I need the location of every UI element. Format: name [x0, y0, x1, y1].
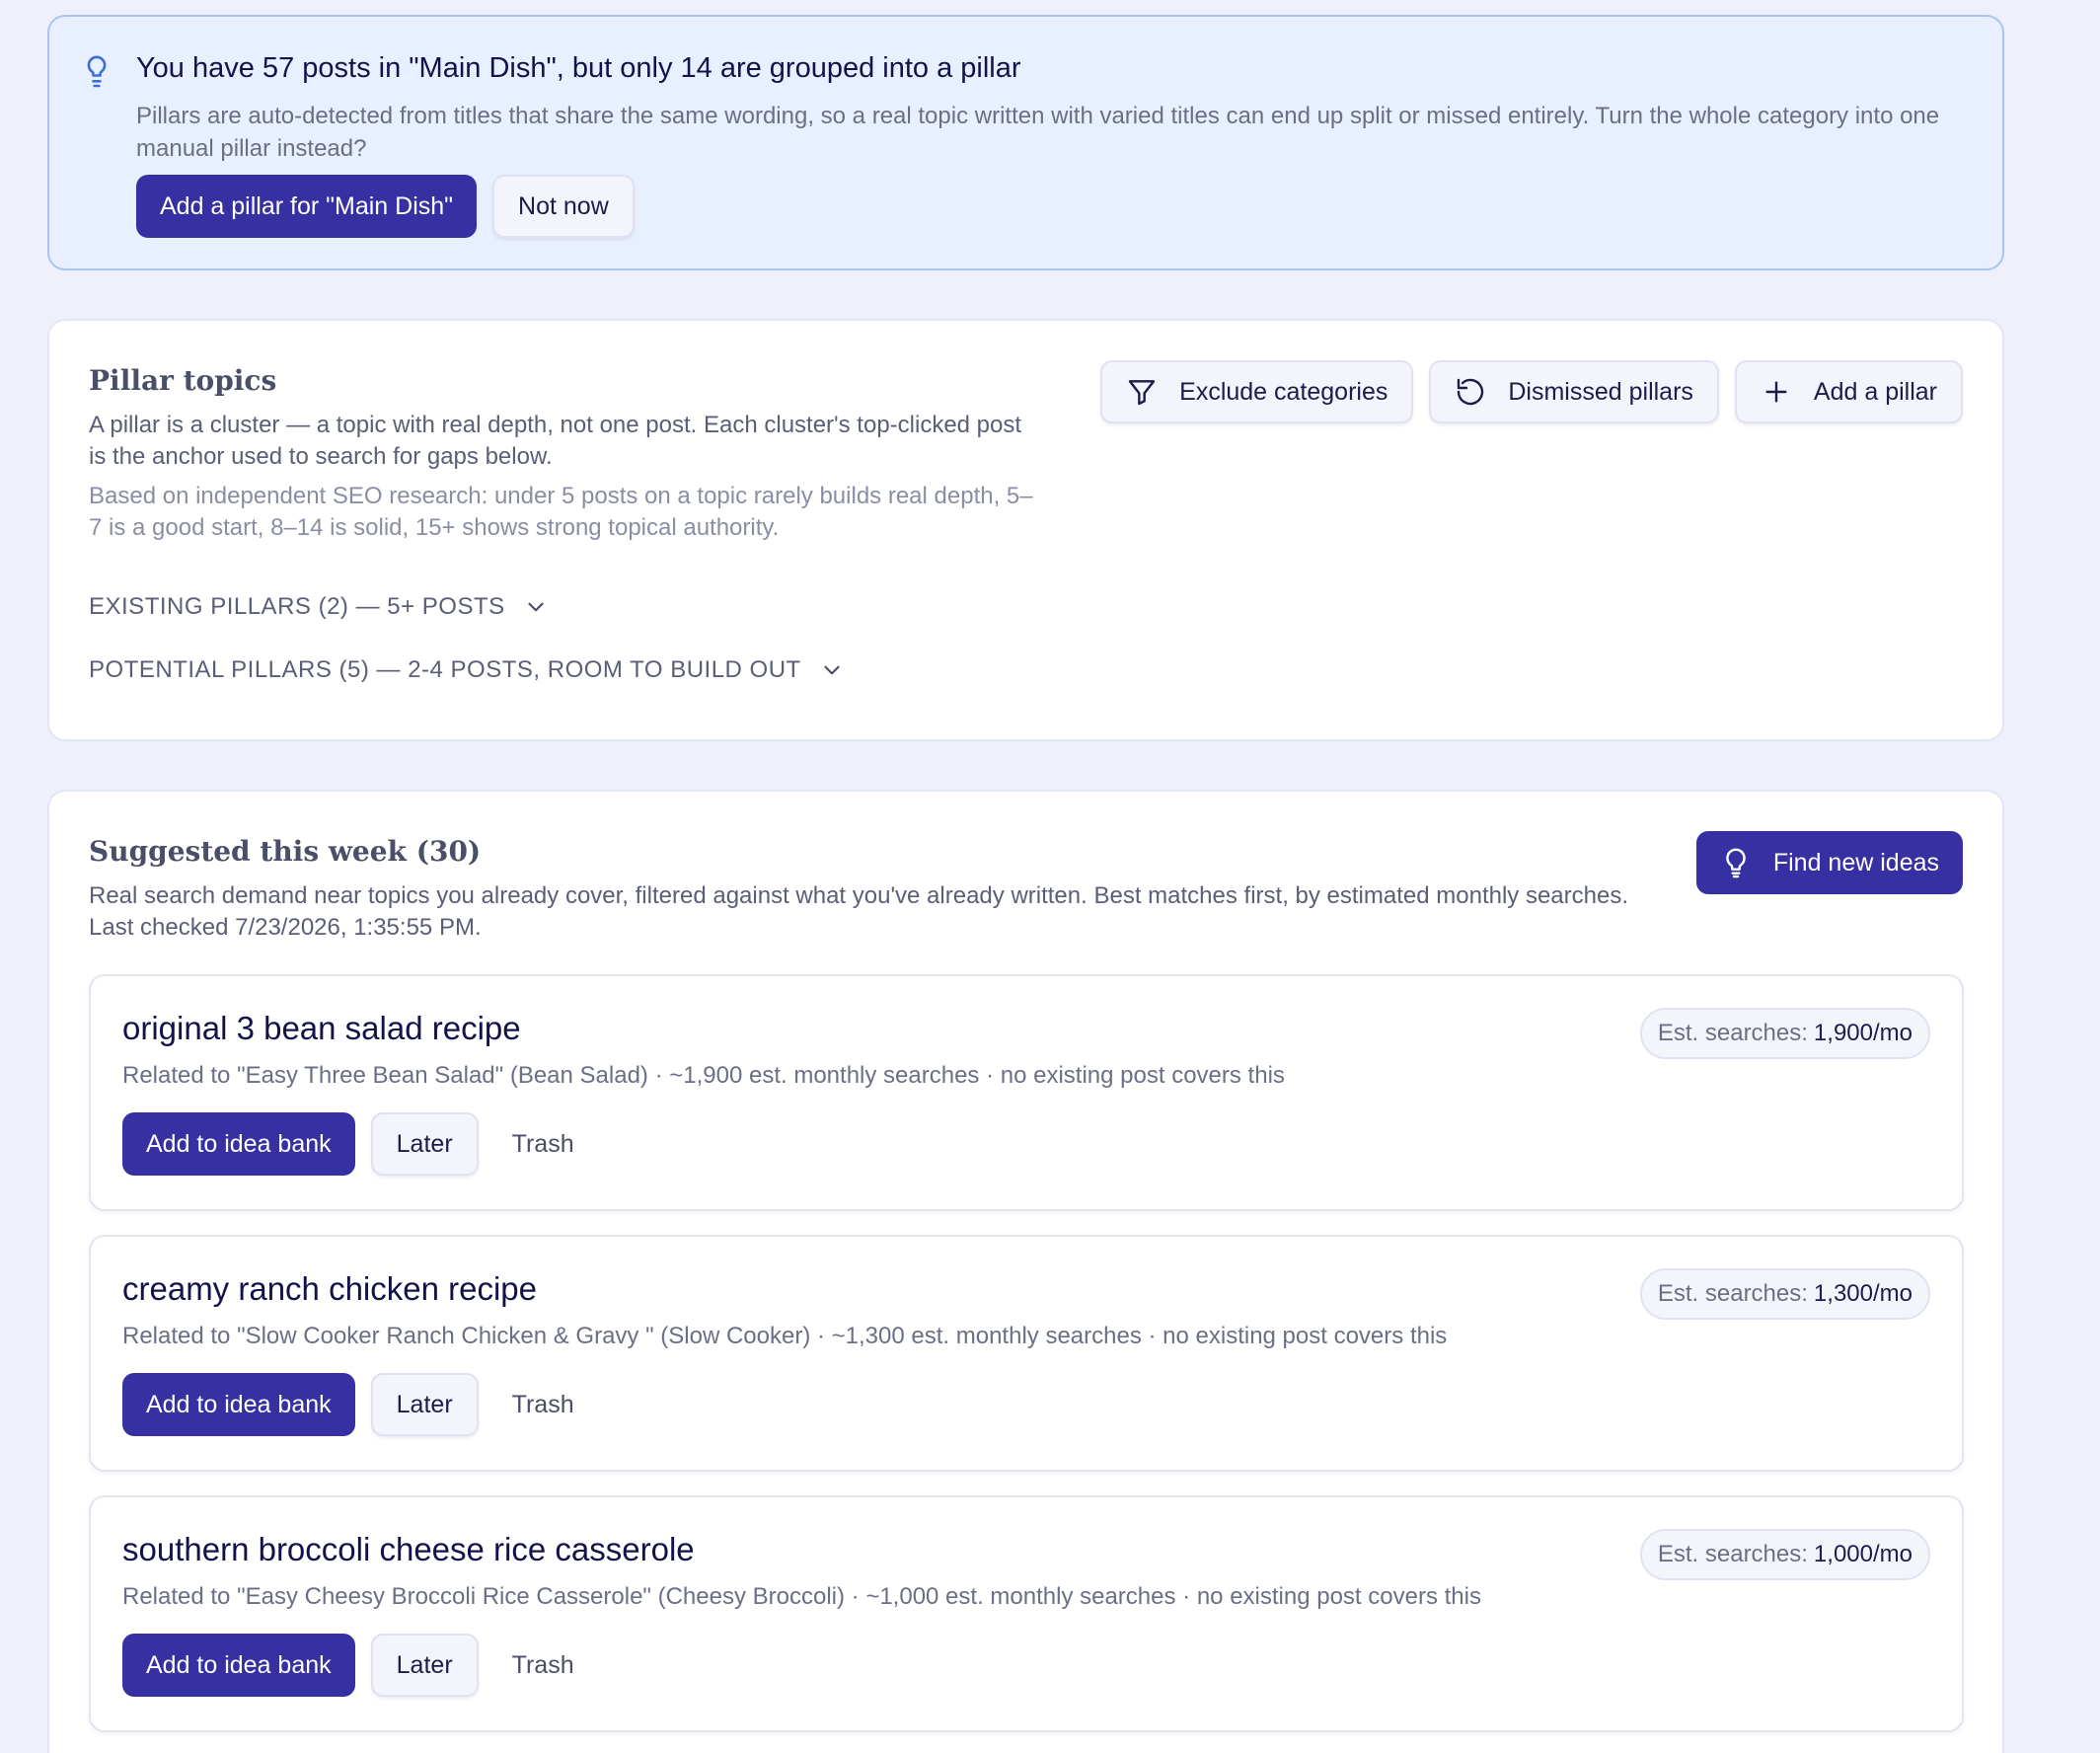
est-searches-label: Est. searches:	[1657, 1020, 1808, 1046]
add-to-idea-bank-button[interactable]: Add to idea bank	[122, 1634, 355, 1697]
idea-item: southern broccoli cheese rice casserole …	[89, 1495, 1964, 1732]
exclude-categories-label: Exclude categories	[1179, 377, 1388, 406]
add-main-dish-pillar-button[interactable]: Add a pillar for "Main Dish"	[136, 175, 478, 238]
pillar-topics-card: Pillar topics A pillar is a cluster — a …	[47, 319, 2004, 741]
undo-icon	[1458, 378, 1484, 406]
chevron-down-icon	[528, 602, 544, 612]
exclude-categories-button[interactable]: Exclude categories	[1100, 360, 1414, 423]
idea-related: Related to "Slow Cooker Ranch Chicken & …	[122, 1323, 1448, 1349]
page: You have 57 posts in "Main Dish", but on…	[0, 0, 2100, 1753]
idea-item: original 3 bean salad recipe Related to …	[89, 974, 1964, 1211]
existing-pillars-label: EXISTING PILLARS (2) — 5+ POSTS	[89, 593, 505, 620]
est-searches-value: 1,000/mo	[1813, 1541, 1912, 1567]
plus-icon	[1765, 381, 1787, 403]
pillar-suggestion-notice: You have 57 posts in "Main Dish", but on…	[47, 15, 2004, 270]
potential-pillars-toggle[interactable]: POTENTIAL PILLARS (5) — 2-4 POSTS, ROOM …	[89, 656, 845, 684]
later-button[interactable]: Later	[370, 1634, 479, 1697]
filter-icon	[1128, 380, 1156, 406]
not-now-button[interactable]: Not now	[492, 175, 635, 238]
idea-title: southern broccoli cheese rice casserole	[122, 1531, 695, 1567]
est-searches-badge: Est. searches: 1,900/mo	[1639, 1008, 1930, 1059]
find-new-ideas-button[interactable]: Find new ideas	[1695, 831, 1963, 894]
idea-title: creamy ranch chicken recipe	[122, 1270, 538, 1307]
est-searches-value: 1,300/mo	[1813, 1280, 1912, 1307]
add-to-idea-bank-button[interactable]: Add to idea bank	[122, 1373, 355, 1436]
est-searches-value: 1,900/mo	[1813, 1020, 1912, 1046]
idea-item: creamy ranch chicken recipe Related to "…	[89, 1235, 1964, 1472]
pillar-topics-title: Pillar topics	[89, 364, 277, 397]
est-searches-label: Est. searches:	[1657, 1280, 1808, 1307]
dismissed-pillars-label: Dismissed pillars	[1508, 377, 1693, 406]
lightbulb-icon	[1726, 848, 1746, 878]
suggested-title: Suggested this week (30)	[89, 835, 482, 868]
find-new-ideas-label: Find new ideas	[1772, 848, 1939, 876]
dismissed-pillars-button[interactable]: Dismissed pillars	[1429, 360, 1719, 423]
est-searches-label: Est. searches:	[1657, 1541, 1808, 1567]
idea-related: Related to "Easy Cheesy Broccoli Rice Ca…	[122, 1583, 1481, 1610]
trash-button[interactable]: Trash	[494, 1634, 592, 1697]
est-searches-badge: Est. searches: 1,300/mo	[1639, 1268, 1930, 1320]
later-button[interactable]: Later	[370, 1373, 479, 1436]
pillar-toolbar: Exclude categories Dismissed pillars Add…	[1100, 360, 1963, 423]
notice-actions: Add a pillar for "Main Dish" Not now	[136, 175, 635, 238]
notice-description: Pillars are auto-detected from titles th…	[136, 103, 1940, 162]
lightbulb-icon	[87, 55, 107, 88]
est-searches-badge: Est. searches: 1,000/mo	[1639, 1529, 1930, 1580]
suggested-ideas-card: Suggested this week (30) Real search dem…	[47, 790, 2004, 1753]
idea-actions: Add to idea bank Later Trash	[122, 1112, 592, 1176]
existing-pillars-toggle[interactable]: EXISTING PILLARS (2) — 5+ POSTS	[89, 593, 549, 621]
idea-title: original 3 bean salad recipe	[122, 1010, 521, 1046]
idea-related: Related to "Easy Three Bean Salad" (Bean…	[122, 1062, 1285, 1089]
add-pillar-button[interactable]: Add a pillar	[1734, 360, 1963, 423]
suggested-description: Real search demand near topics you alrea…	[89, 882, 1629, 941]
trash-button[interactable]: Trash	[494, 1373, 592, 1436]
pillar-topics-description: A pillar is a cluster — a topic with rea…	[89, 412, 1022, 470]
pillar-research-note: Based on independent SEO research: under…	[89, 483, 1033, 541]
later-button[interactable]: Later	[370, 1112, 479, 1176]
add-pillar-label: Add a pillar	[1813, 377, 1937, 406]
chevron-down-icon	[824, 665, 840, 675]
idea-actions: Add to idea bank Later Trash	[122, 1634, 592, 1697]
trash-button[interactable]: Trash	[494, 1112, 592, 1176]
notice-title: You have 57 posts in "Main Dish", but on…	[136, 52, 1021, 84]
potential-pillars-label: POTENTIAL PILLARS (5) — 2-4 POSTS, ROOM …	[89, 656, 801, 683]
idea-actions: Add to idea bank Later Trash	[122, 1373, 592, 1436]
add-to-idea-bank-button[interactable]: Add to idea bank	[122, 1112, 355, 1176]
